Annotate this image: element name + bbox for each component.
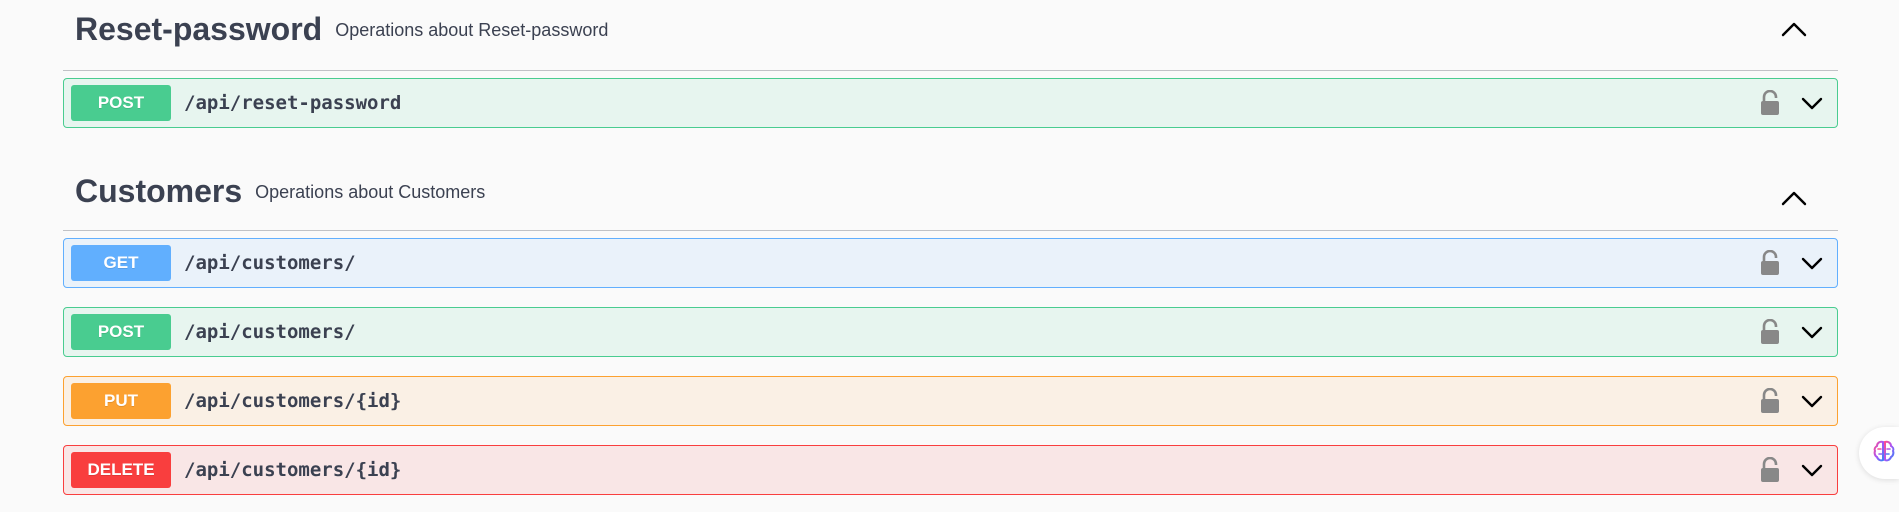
chevron-down-icon[interactable]: [1800, 458, 1824, 482]
operation-path: /api/customers/: [184, 252, 356, 274]
operation-path: /api/customers/{id}: [184, 459, 402, 481]
method-badge: DELETE: [71, 452, 171, 488]
method-badge: PUT: [71, 383, 171, 419]
tag-description: Operations about Customers: [255, 181, 486, 202]
floating-assistant-button[interactable]: [1859, 427, 1899, 479]
brain-icon: [1872, 439, 1896, 468]
operation-path: /api/customers/: [184, 321, 356, 343]
operation-put-customer[interactable]: PUT /api/customers/{id}: [63, 376, 1838, 426]
lock-icon[interactable]: [1759, 249, 1781, 276]
operation-post-customers[interactable]: POST /api/customers/: [63, 307, 1838, 357]
operation-get-customers[interactable]: GET /api/customers/: [63, 238, 1838, 288]
lock-icon[interactable]: [1759, 89, 1781, 116]
tag-section-reset-password: Reset-password Operations about Reset-pa…: [63, 0, 1838, 128]
chevron-down-icon[interactable]: [1800, 251, 1824, 275]
method-badge: POST: [71, 85, 171, 121]
operation-delete-customer[interactable]: DELETE /api/customers/{id}: [63, 445, 1838, 495]
tag-title: Customers: [75, 172, 243, 209]
operation-post-reset-password[interactable]: POST /api/reset-password: [63, 78, 1838, 128]
operation-path: /api/reset-password: [184, 92, 402, 114]
method-badge: POST: [71, 314, 171, 350]
chevron-down-icon[interactable]: [1800, 91, 1824, 115]
tag-header-customers[interactable]: Customers Operations about Customers: [63, 129, 1838, 231]
lock-icon[interactable]: [1759, 318, 1781, 345]
lock-icon[interactable]: [1759, 387, 1781, 414]
tag-title: Reset-password: [75, 10, 323, 47]
operation-path: /api/customers/{id}: [184, 390, 402, 412]
tag-description: Operations about Reset-password: [335, 19, 609, 40]
method-badge: GET: [71, 245, 171, 281]
chevron-up-icon[interactable]: [1780, 15, 1808, 43]
chevron-up-icon[interactable]: [1780, 184, 1808, 212]
tag-section-customers: Customers Operations about Customers GET…: [63, 129, 1838, 495]
lock-icon[interactable]: [1759, 456, 1781, 483]
chevron-down-icon[interactable]: [1800, 320, 1824, 344]
operations-container: Reset-password Operations about Reset-pa…: [63, 0, 1838, 495]
tag-header-reset-password[interactable]: Reset-password Operations about Reset-pa…: [63, 0, 1838, 71]
chevron-down-icon[interactable]: [1800, 389, 1824, 413]
